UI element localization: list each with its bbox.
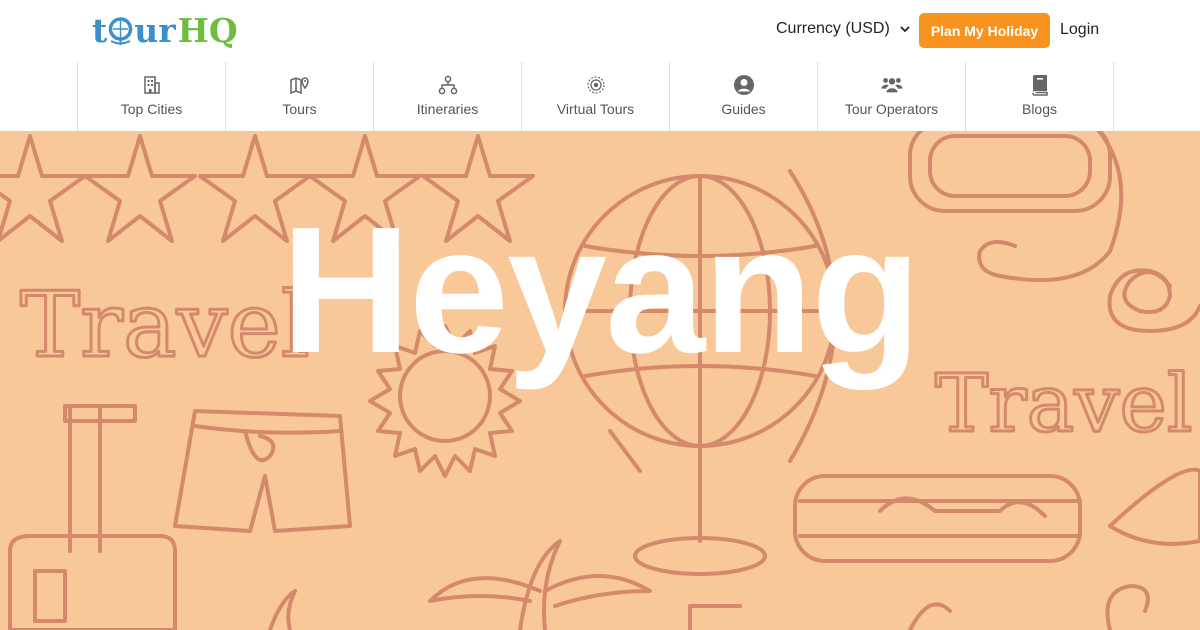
sitemap-icon — [437, 74, 459, 96]
hero-banner: Travel Travel Heyang — [0, 131, 1200, 630]
nav-label: Tours — [282, 101, 317, 117]
book-icon — [1029, 74, 1051, 96]
nav-label: Blogs — [1021, 101, 1058, 117]
nav-item-top-cities[interactable]: Top Cities — [78, 62, 226, 131]
shorts-icon — [173, 409, 352, 533]
target-icon — [585, 74, 607, 96]
currency-label: Currency (USD) — [776, 20, 890, 37]
main-nav: Top Cities Tours Itineraries Virtual Tou… — [0, 62, 1200, 132]
nav-item-tours[interactable]: Tours — [226, 62, 374, 131]
login-link[interactable]: Login — [1060, 21, 1099, 39]
globe-icon — [107, 10, 134, 50]
logo-letter-t: t — [92, 10, 108, 50]
nav-item-blogs[interactable]: Blogs — [966, 62, 1114, 131]
currency-selector[interactable]: Currency (USD) — [776, 20, 911, 38]
cap-icon — [1108, 467, 1200, 546]
chevron-down-icon — [900, 26, 910, 33]
nav-item-guides[interactable]: Guides — [670, 62, 818, 131]
users-icon — [880, 74, 903, 96]
bag-icon — [793, 474, 1082, 563]
building-icon — [141, 74, 163, 96]
nav-label: Guides — [721, 101, 766, 117]
suitcase-icon — [8, 404, 177, 630]
nav-label: Virtual Tours — [556, 101, 635, 117]
plan-my-holiday-button[interactable]: Plan My Holiday — [919, 13, 1050, 48]
palm-tree-icon — [428, 539, 742, 630]
logo-letters-ur: ur — [134, 10, 176, 50]
nav-label: Itineraries — [416, 101, 479, 117]
nav-item-itineraries[interactable]: Itineraries — [374, 62, 522, 131]
user-circle-icon — [733, 74, 755, 96]
nav-label: Top Cities — [120, 101, 183, 117]
nav-item-tour-operators[interactable]: Tour Operators — [818, 62, 966, 131]
top-header: t ur HQ Currency (USD) Plan My Holiday L… — [0, 0, 1200, 63]
tourhq-logo[interactable]: t ur HQ — [92, 10, 238, 50]
logo-letters-hq: HQ — [177, 10, 238, 50]
map-pin-icon — [289, 74, 311, 96]
hero-title: Heyang — [280, 190, 921, 391]
nav-item-virtual-tours[interactable]: Virtual Tours — [522, 62, 670, 131]
nav-label: Tour Operators — [844, 101, 939, 117]
